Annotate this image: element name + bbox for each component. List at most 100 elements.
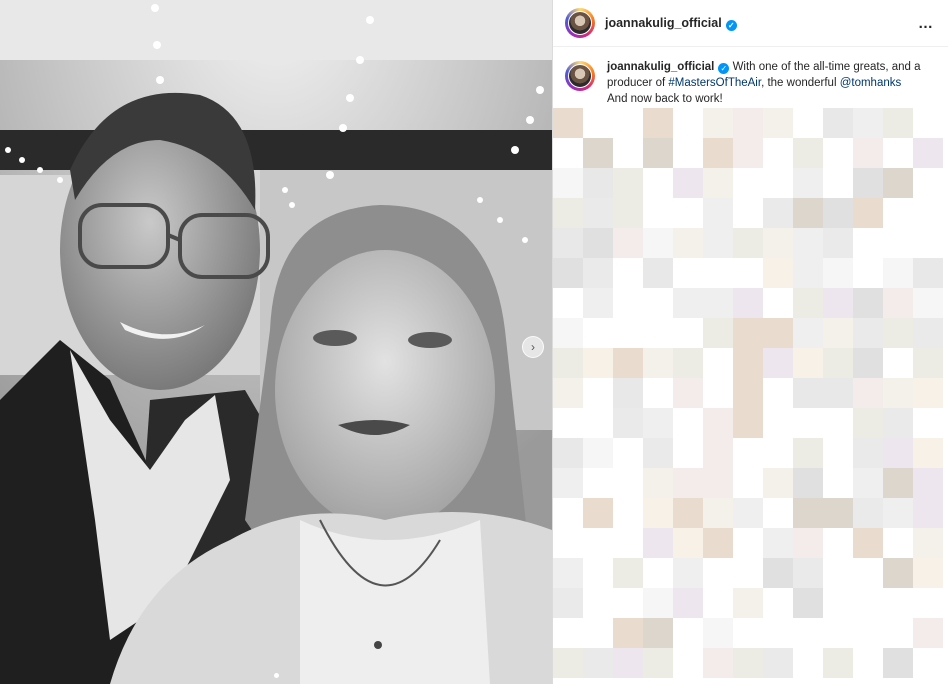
mosaic-tile <box>793 168 823 198</box>
mosaic-tile <box>673 498 703 528</box>
mosaic-tile <box>553 168 583 198</box>
mosaic-tile <box>793 318 823 348</box>
mosaic-tile <box>823 648 853 678</box>
caption-avatar[interactable] <box>565 61 595 91</box>
header-username-text[interactable]: joannakulig_official <box>605 16 722 30</box>
avatar[interactable] <box>565 8 595 38</box>
mosaic-tile <box>913 498 943 528</box>
mosaic-tile <box>703 498 733 528</box>
mosaic-tile <box>793 438 823 468</box>
mosaic-tile <box>733 378 763 408</box>
mosaic-tile <box>823 348 853 378</box>
mosaic-tile <box>823 108 853 138</box>
mosaic-tile <box>883 258 913 288</box>
blurred-comments-area <box>553 108 948 684</box>
mosaic-tile <box>793 498 823 528</box>
mosaic-tile <box>853 108 883 138</box>
mosaic-tile <box>583 438 613 468</box>
mosaic-tile <box>763 318 793 348</box>
mosaic-tile <box>883 408 913 438</box>
mosaic-tile <box>763 558 793 588</box>
post-header: joannakulig_official ✓ … <box>553 0 948 47</box>
post-photo[interactable]: › <box>0 0 552 684</box>
mosaic-tile <box>823 228 853 258</box>
mosaic-tile <box>673 588 703 618</box>
mosaic-tile <box>763 348 793 378</box>
mosaic-tile <box>583 348 613 378</box>
mosaic-tile <box>913 318 943 348</box>
caption-line1: With one of the all-time greats, and a <box>732 61 921 73</box>
mosaic-tile <box>793 198 823 228</box>
mosaic-tile <box>553 378 583 408</box>
mosaic-tile <box>553 468 583 498</box>
mosaic-tile <box>733 228 763 258</box>
mosaic-tile <box>643 588 673 618</box>
mosaic-tile <box>643 108 673 138</box>
mosaic-tile <box>793 378 823 408</box>
mosaic-tile <box>913 348 943 378</box>
mosaic-tile <box>643 348 673 378</box>
mosaic-tile <box>883 438 913 468</box>
mosaic-tile <box>553 198 583 228</box>
caption-line2-prefix: producer of <box>607 77 666 89</box>
mention-link[interactable]: @tomhanks <box>840 77 902 89</box>
mosaic-tile <box>703 408 733 438</box>
mosaic-tile <box>703 168 733 198</box>
mosaic-tile <box>853 528 883 558</box>
mosaic-tile <box>763 648 793 678</box>
mosaic-tile <box>673 528 703 558</box>
mosaic-tile <box>583 288 613 318</box>
mosaic-tile <box>823 258 853 288</box>
mosaic-tile <box>853 198 883 228</box>
mosaic-tile <box>823 288 853 318</box>
mosaic-tile <box>763 528 793 558</box>
mosaic-tile <box>703 138 733 168</box>
mosaic-tile <box>883 558 913 588</box>
mosaic-tile <box>883 648 913 678</box>
mosaic-tile <box>703 198 733 228</box>
mosaic-tile <box>643 138 673 168</box>
carousel-next-button[interactable]: › <box>522 336 544 358</box>
mosaic-tile <box>583 648 613 678</box>
header-username[interactable]: joannakulig_official ✓ <box>605 16 737 31</box>
mosaic-tile <box>763 258 793 288</box>
post-caption: joannakulig_official ✓ With one of the al… <box>553 47 948 107</box>
mosaic-tile <box>613 618 643 648</box>
hashtag-link[interactable]: #MastersOfTheAir <box>668 77 761 89</box>
mosaic-tile <box>613 348 643 378</box>
verified-badge-icon: ✓ <box>725 19 737 31</box>
carousel-dot <box>273 673 279 678</box>
carousel-dots <box>0 673 552 678</box>
mosaic-tile <box>673 168 703 198</box>
mosaic-tile <box>583 138 613 168</box>
mosaic-tile <box>793 228 823 258</box>
mosaic-tile <box>673 468 703 498</box>
mosaic-tile <box>703 618 733 648</box>
mosaic-tile <box>643 468 673 498</box>
caption-username[interactable]: joannakulig_official <box>607 61 714 73</box>
mosaic-tile <box>913 438 943 468</box>
mosaic-tile <box>583 258 613 288</box>
mosaic-tile <box>853 168 883 198</box>
mosaic-tile <box>823 498 853 528</box>
mosaic-tile <box>553 558 583 588</box>
mosaic-tile <box>913 288 943 318</box>
mosaic-tile <box>643 648 673 678</box>
mosaic-tile <box>883 168 913 198</box>
mosaic-tile <box>613 378 643 408</box>
mosaic-tile <box>853 288 883 318</box>
chevron-right-icon: › <box>531 340 535 354</box>
mosaic-tile <box>733 288 763 318</box>
caption-line3: And now back to work! <box>607 93 723 105</box>
mosaic-tile <box>763 108 793 138</box>
mosaic-tile <box>793 468 823 498</box>
mosaic-tile <box>553 228 583 258</box>
caption-text: joannakulig_official ✓ With one of the al… <box>607 59 927 107</box>
mosaic-tile <box>793 558 823 588</box>
mosaic-tile <box>733 498 763 528</box>
mosaic-tile <box>613 198 643 228</box>
mosaic-tile <box>793 288 823 318</box>
mosaic-tile <box>643 438 673 468</box>
more-options-icon[interactable]: … <box>918 15 934 32</box>
mosaic-tile <box>733 348 763 378</box>
